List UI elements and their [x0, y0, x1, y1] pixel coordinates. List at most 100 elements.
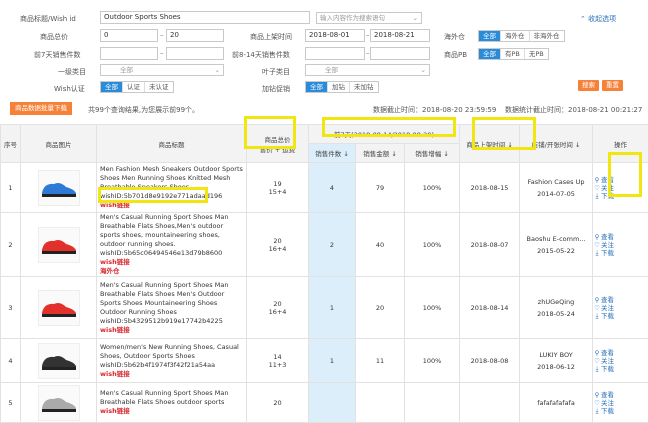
shoe-icon — [40, 392, 78, 414]
listed-date: 2018-08-14 — [460, 277, 520, 339]
product-image-cell[interactable] — [21, 339, 97, 383]
leaf-category-select[interactable]: 全部⌄ — [305, 64, 430, 76]
wish-link[interactable]: wish链接 — [100, 326, 243, 335]
follow-link[interactable]: ♡关注 — [593, 304, 648, 312]
express-option-all[interactable]: 全部 — [306, 82, 328, 92]
price-detail: 16+4 — [247, 245, 308, 253]
col-price[interactable]: 商品总价售价 + 运费 — [247, 125, 309, 163]
language-placeholder: 输入内容作为搜索语句 — [320, 14, 385, 22]
express-option-no[interactable]: 未加钻 — [350, 82, 378, 92]
product-image-cell[interactable] — [21, 383, 97, 423]
wish-cert-label: Wish认证 — [54, 84, 85, 94]
sales8-min-input[interactable] — [305, 47, 365, 60]
wish-cert-option-all[interactable]: 全部 — [101, 82, 123, 92]
batch-download-button[interactable]: 商品数据批量下载 — [10, 102, 72, 115]
product-image[interactable] — [38, 227, 80, 263]
store-name[interactable]: Fashion Cases Up — [520, 176, 592, 188]
listed-date — [460, 383, 520, 423]
price-max-input[interactable]: 20 — [166, 29, 224, 42]
download-link[interactable]: ⤓下载 — [593, 249, 648, 257]
view-link[interactable]: ⚲查看 — [593, 176, 648, 184]
search-button[interactable]: 搜索 — [578, 80, 599, 91]
col-sales-qty[interactable]: 销售件数 ↓ — [309, 144, 356, 163]
product-image[interactable] — [38, 385, 80, 421]
sales-growth: 100% — [405, 277, 460, 339]
price-total: 19 — [247, 180, 308, 188]
store-cell: zhUGeQing2018-05-24 — [520, 277, 593, 339]
express-option-yes[interactable]: 加钻 — [328, 82, 350, 92]
product-image[interactable] — [38, 290, 80, 326]
product-title[interactable]: Men Fashion Mesh Sneakers Outdoor Sports… — [100, 165, 243, 192]
product-title[interactable]: Men's Casual Running Sport Shoes Man Bre… — [100, 281, 243, 317]
overseas-option-yes[interactable]: 海外仓 — [501, 31, 530, 41]
col-sales-growth[interactable]: 销售增幅 ↓ — [405, 144, 460, 163]
follow-label: 关注 — [601, 241, 614, 249]
language-select[interactable]: 输入内容作为搜索语句⌄ — [316, 12, 422, 24]
sales7-max-input[interactable] — [166, 47, 224, 60]
pb-option-no[interactable]: 无PB — [525, 49, 548, 59]
leaf-category-label: 叶子类目 — [262, 67, 290, 77]
wish-link[interactable]: wish链接 — [100, 201, 243, 210]
view-link[interactable]: ⚲查看 — [593, 296, 648, 304]
download-link[interactable]: ⤓下载 — [593, 407, 648, 415]
download-link[interactable]: ⤓下载 — [593, 365, 648, 373]
store-name[interactable]: Baoshu E-comm... — [520, 233, 592, 245]
download-icon: ⤓ — [593, 312, 601, 320]
wish-cert-option-no[interactable]: 未认证 — [145, 82, 173, 92]
shoe-icon — [40, 234, 78, 256]
col-listed-time[interactable]: 商品上架时间 ↓ — [460, 125, 520, 163]
heart-icon: ♡ — [593, 184, 601, 192]
range-dash: – — [366, 49, 370, 57]
range-dash: – — [160, 49, 164, 57]
pb-option-yes[interactable]: 有PB — [501, 49, 525, 59]
product-image-cell[interactable] — [21, 213, 97, 277]
reset-button[interactable]: 重置 — [602, 80, 623, 91]
follow-link[interactable]: ♡关注 — [593, 357, 648, 365]
follow-link[interactable]: ♡关注 — [593, 184, 648, 192]
wish-link[interactable]: wish链接 — [100, 407, 243, 416]
pb-option-all[interactable]: 全部 — [479, 49, 501, 59]
stats-cutoff-time: 数据统计截止时间：2018-08-21 00:21:27 — [505, 105, 642, 115]
chevron-down-icon: ⌄ — [421, 65, 426, 75]
wish-link[interactable]: wish链接 — [100, 258, 243, 267]
listed-from-input[interactable]: 2018-08-01 — [305, 29, 365, 42]
product-title[interactable]: Men's Casual Running Sport Shoes Man Bre… — [100, 389, 243, 407]
col-store[interactable]: 店铺/开张时间 ↓ — [520, 125, 593, 163]
store-name[interactable]: fafafafafafa — [520, 397, 592, 409]
store-name[interactable]: zhUGeQing — [520, 296, 592, 308]
store-name[interactable]: LUKIY BOY — [520, 349, 592, 361]
title-search-input[interactable]: Outdoor Sports Shoes — [100, 11, 310, 24]
product-image[interactable] — [38, 170, 80, 206]
sort-down-icon: ↓ — [343, 150, 348, 158]
col-sales-amount[interactable]: 销售金额 ↓ — [356, 144, 405, 163]
listed-to-input[interactable]: 2018-08-21 — [370, 29, 430, 42]
follow-link[interactable]: ♡关注 — [593, 241, 648, 249]
product-image[interactable] — [38, 343, 80, 379]
product-title[interactable]: Women/men's New Running Shoes, Casual Sh… — [100, 343, 243, 361]
express-segment: 全部 加钻 未加钻 — [305, 81, 379, 93]
overseas-option-no[interactable]: 非海外仓 — [530, 31, 564, 41]
view-link[interactable]: ⚲查看 — [593, 349, 648, 357]
price-cell: 2016+4 — [247, 277, 309, 339]
overseas-option-all[interactable]: 全部 — [479, 31, 501, 41]
wish-link[interactable]: wish链接 — [100, 370, 243, 379]
download-link[interactable]: ⤓下载 — [593, 192, 648, 200]
price-min-input[interactable]: 0 — [100, 29, 158, 42]
view-link[interactable]: ⚲查看 — [593, 391, 648, 399]
sales8-max-input[interactable] — [370, 47, 430, 60]
heart-icon: ♡ — [593, 357, 601, 365]
download-icon: ⤓ — [593, 249, 601, 257]
data-cutoff-time: 数据截止时间：2018-08-20 23:59:59 — [373, 105, 496, 115]
store-opened: 2018-05-24 — [520, 308, 592, 320]
product-image-cell[interactable] — [21, 277, 97, 339]
download-link[interactable]: ⤓下载 — [593, 312, 648, 320]
wish-cert-option-yes[interactable]: 认证 — [123, 82, 145, 92]
view-link[interactable]: ⚲查看 — [593, 233, 648, 241]
sort-down-icon: ↓ — [507, 141, 512, 149]
download-label: 下载 — [601, 312, 614, 320]
sales7-min-input[interactable] — [100, 47, 158, 60]
category1-select[interactable]: 全部⌄ — [100, 64, 224, 76]
product-image-cell[interactable] — [21, 163, 97, 213]
collapse-options-link[interactable]: ⌃ 收起选项 — [580, 14, 616, 24]
product-title[interactable]: Men's Casual Running Sport Shoes Man Bre… — [100, 213, 243, 249]
